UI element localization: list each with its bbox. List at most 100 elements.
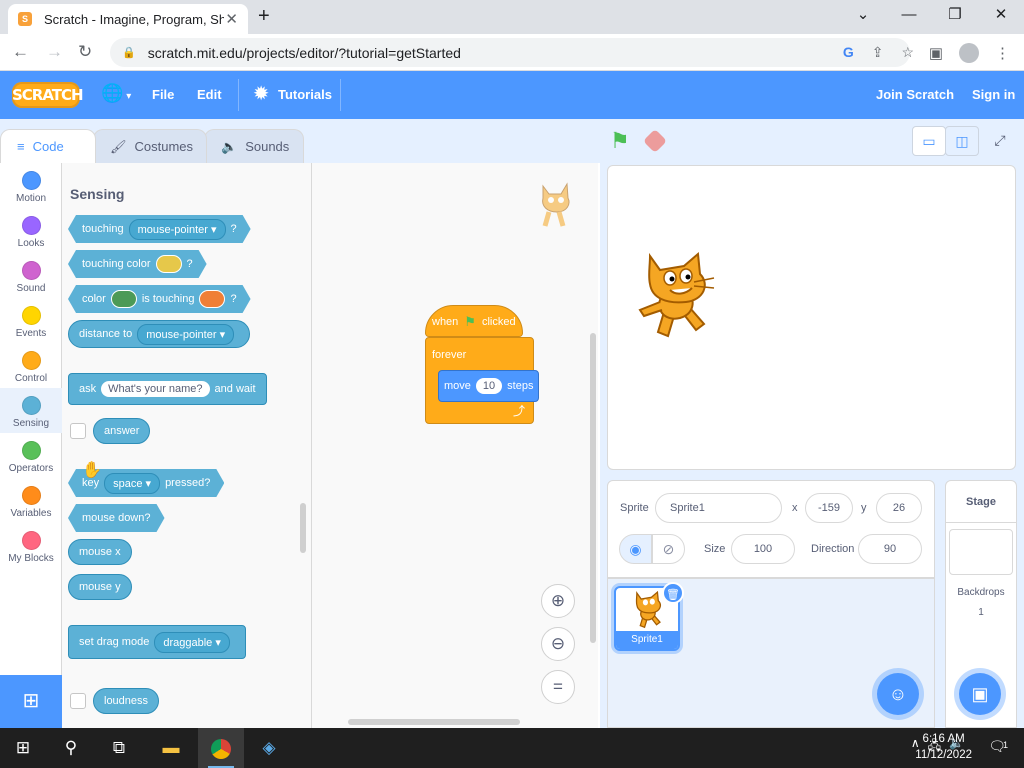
loudness-monitor-checkbox[interactable] (70, 693, 86, 709)
choose-backdrop-button[interactable]: ▣ (959, 673, 1001, 715)
drag-mode-dropdown[interactable]: draggable ▾ (154, 631, 230, 653)
block-set-drag-mode[interactable]: set drag mode draggable ▾ (68, 625, 246, 659)
hide-sprite-button[interactable]: ⊘ (652, 534, 685, 564)
join-scratch-link[interactable]: Join Scratch (876, 87, 954, 102)
touching-dropdown[interactable]: mouse-pointer ▾ (129, 219, 226, 240)
zoom-reset-button[interactable]: = (541, 670, 575, 704)
when-flag-clicked-block[interactable]: when ⚑ clicked (425, 305, 523, 337)
hand-cursor-icon: ✋ (82, 462, 102, 479)
script-area-horizontal-scrollbar[interactable] (348, 719, 520, 725)
y-input[interactable]: 26 (876, 493, 922, 523)
block-mouse-y[interactable]: mouse y (68, 574, 132, 600)
direction-input[interactable]: 90 (858, 534, 922, 564)
profile-avatar-icon[interactable] (959, 43, 979, 63)
category-variables[interactable]: Variables (0, 478, 62, 519)
category-label: Motion (15, 193, 46, 204)
control-dot-icon (21, 351, 41, 370)
category-events[interactable]: Events (0, 298, 62, 339)
block-answer[interactable]: answer (93, 418, 151, 444)
editor-tabs: 🔈 Sounds 🖌 Costumes ≡ Code (0, 119, 600, 163)
file-menu[interactable]: File (152, 87, 174, 102)
zoom-out-button[interactable]: ⊖ (541, 627, 575, 661)
script-area-vertical-scrollbar[interactable] (590, 333, 596, 643)
normal-stage-button[interactable]: ◫ (945, 126, 979, 156)
palette-scrollbar[interactable] (300, 503, 306, 553)
color-swatch[interactable] (199, 290, 225, 308)
tutorials-lightbulb-icon[interactable]: ✹ (254, 84, 268, 104)
browser-tab[interactable]: S Scratch - Imagine, Program, Share ✕ (8, 4, 248, 34)
category-my-blocks[interactable]: My Blocks (0, 523, 62, 564)
block-mouse-x[interactable]: mouse x (68, 539, 132, 565)
add-extension-button[interactable]: ⊞ (0, 675, 62, 728)
tab-search-icon[interactable]: ⌄ (840, 0, 886, 32)
chrome-icon[interactable] (198, 728, 244, 768)
category-operators[interactable]: Operators (0, 433, 62, 474)
tab-costumes[interactable]: 🖌 Costumes (93, 129, 207, 163)
block-mouse-down[interactable]: mouse down? (68, 504, 165, 532)
side-panel-icon[interactable]: ▣ (929, 44, 943, 62)
sign-in-link[interactable]: Sign in (972, 87, 1015, 102)
size-input[interactable]: 100 (731, 534, 795, 564)
edit-menu[interactable]: Edit (197, 87, 222, 102)
category-sound[interactable]: Sound (0, 253, 62, 294)
close-tab-icon[interactable]: ✕ (225, 10, 238, 28)
color-swatch[interactable] (156, 255, 182, 273)
color-swatch[interactable] (111, 290, 137, 308)
ask-question-field[interactable]: What's your name? (101, 381, 210, 397)
zoom-in-button[interactable]: ⊕ (541, 584, 575, 618)
menu-kebab-icon[interactable]: ⋮ (995, 44, 1010, 62)
lock-icon[interactable]: 🔒 (122, 46, 136, 59)
show-sprite-button[interactable]: ◉ (619, 534, 652, 564)
block-touching[interactable]: touching mouse-pointer ▾ ? (68, 215, 251, 243)
file-explorer-icon[interactable]: ▬ (148, 728, 194, 768)
sandbox-app-icon[interactable]: ◈ (246, 728, 292, 768)
scratch-logo[interactable]: SCRATCH (12, 82, 84, 108)
category-sensing[interactable]: Sensing (0, 388, 62, 433)
share-icon[interactable]: ⇪ (872, 44, 884, 61)
delete-sprite-trash-icon[interactable]: 🗑 (662, 582, 684, 604)
back-icon[interactable]: ← (12, 42, 29, 62)
minimize-icon[interactable]: — (886, 0, 932, 32)
search-icon[interactable]: ⚲ (48, 728, 94, 768)
restore-icon[interactable]: ❐ (932, 0, 978, 32)
sprite-name-input[interactable]: Sprite1 (655, 493, 782, 523)
distance-dropdown[interactable]: mouse-pointer ▾ (137, 323, 235, 345)
close-window-icon[interactable]: ✕ (978, 0, 1024, 32)
answer-monitor-checkbox[interactable] (70, 423, 86, 439)
tutorials-menu[interactable]: Tutorials (278, 87, 332, 102)
scratch-cat-sprite-icon[interactable] (634, 252, 718, 344)
block-touching-color[interactable]: touching color ? (68, 250, 207, 278)
bookmark-star-icon[interactable]: ☆ (901, 44, 914, 61)
forever-block[interactable]: forever move 10 steps ⤴ (425, 337, 539, 424)
block-distance-to[interactable]: distance to mouse-pointer ▾ (68, 320, 251, 348)
move-steps-block[interactable]: move 10 steps (438, 370, 539, 402)
forward-icon[interactable]: → (46, 42, 63, 62)
windows-start-icon[interactable]: ⊞ (0, 728, 46, 768)
task-view-icon[interactable]: ⧉ (96, 728, 142, 768)
category-control[interactable]: Control (0, 343, 62, 388)
steps-input[interactable]: 10 (475, 378, 503, 394)
backdrop-thumbnail[interactable] (949, 529, 1013, 575)
tab-sounds[interactable]: 🔈 Sounds (204, 129, 304, 163)
omnibox[interactable]: 🔒 scratch.mit.edu/projects/editor/?tutor… (110, 38, 910, 67)
block-ask-and-wait[interactable]: ask What's your name? and wait (68, 373, 267, 405)
google-icon[interactable]: G (843, 44, 854, 61)
block-text: clicked (481, 316, 516, 328)
stage-canvas[interactable] (607, 165, 1016, 470)
taskbar-clock[interactable]: 6:16 AM 11/12/2022 (915, 731, 972, 763)
green-flag-icon[interactable]: ⚑ (610, 128, 634, 153)
reload-icon[interactable]: ↻ (78, 42, 92, 62)
block-color-is-touching[interactable]: color is touching ? (68, 285, 251, 313)
category-looks[interactable]: Looks (0, 208, 62, 249)
block-loudness[interactable]: loudness (93, 688, 160, 714)
small-stage-button[interactable]: ▭ (912, 126, 946, 156)
x-input[interactable]: -159 (805, 493, 853, 523)
key-dropdown[interactable]: space ▾ (104, 473, 160, 494)
category-motion[interactable]: Motion (0, 163, 62, 204)
fullscreen-icon[interactable]: ⤢ (983, 126, 1017, 156)
language-globe-icon[interactable]: 🌐 ▾ (101, 83, 131, 104)
choose-sprite-button[interactable]: ☺ (877, 673, 919, 715)
tab-code[interactable]: ≡ Code (0, 129, 96, 163)
new-tab-icon[interactable]: + (258, 5, 270, 28)
category-label: Variables (10, 508, 52, 519)
